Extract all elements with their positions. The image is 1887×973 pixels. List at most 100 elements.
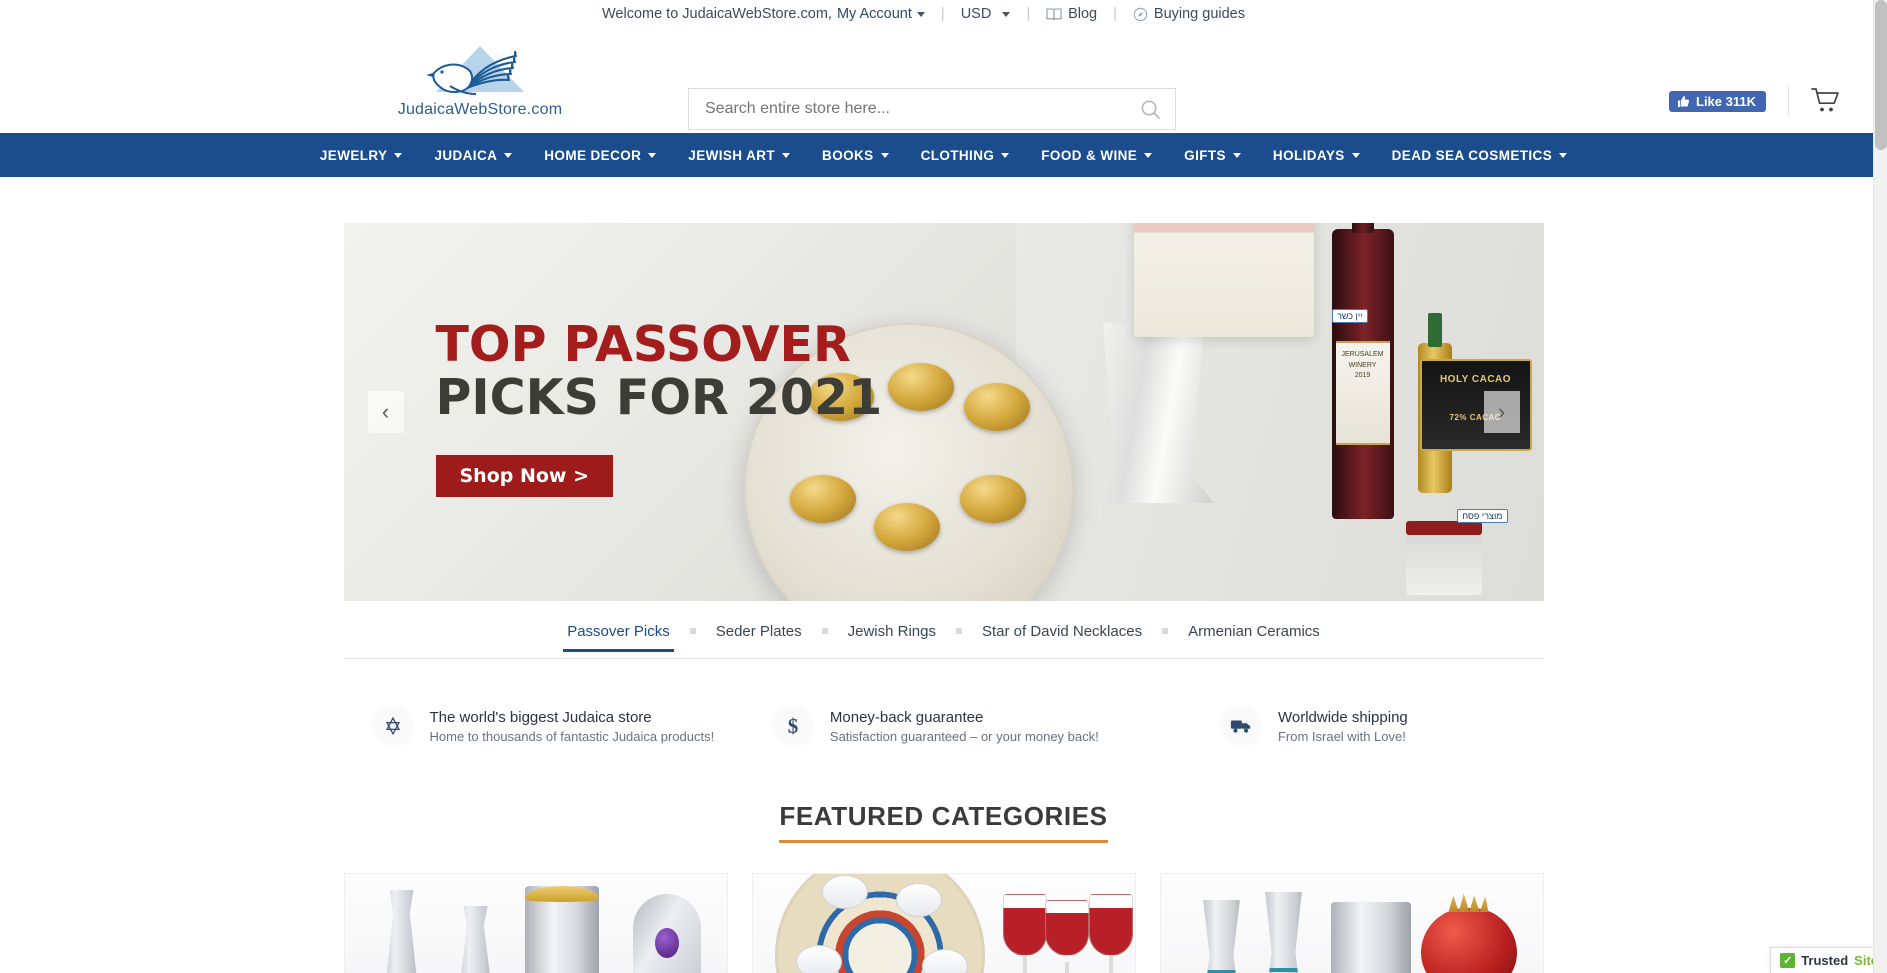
chevron-down-icon xyxy=(504,152,513,158)
dollar-sign-icon: $ xyxy=(771,705,814,747)
search-input[interactable] xyxy=(688,88,1176,130)
chevron-down-icon xyxy=(1002,11,1011,17)
shopping-cart-icon xyxy=(1811,88,1839,112)
hero-kiddush-cup-image xyxy=(1093,323,1214,503)
featured-category-card-seder-plates[interactable] xyxy=(751,873,1136,973)
nav-item-clothing[interactable]: CLOTHING xyxy=(905,133,1026,177)
cart-button[interactable] xyxy=(1811,87,1841,115)
badge-title: Worldwide shipping xyxy=(1277,708,1408,726)
nav-item-books[interactable]: BOOKS xyxy=(806,133,905,177)
hero-jar-image xyxy=(1405,521,1482,595)
badge-subtitle: Home to thousands of fantastic Judaica p… xyxy=(429,728,715,744)
currency-selector[interactable]: USD xyxy=(961,6,1011,22)
facebook-like-label: Like 311K xyxy=(1696,93,1756,109)
featured-categories-header: FEATURED CATEGORIES xyxy=(344,801,1544,843)
site-header: JudaicaWebStore.com Like 311K xyxy=(0,28,1887,133)
featured-categories-grid xyxy=(343,873,1544,973)
divider: | xyxy=(940,6,945,22)
chevron-right-icon: › xyxy=(1497,399,1506,424)
carousel-next-button[interactable]: › xyxy=(1483,391,1520,433)
page-content: JERUSALEM WINERY 2019 HOLY CACAO 72% CAC… xyxy=(343,223,1544,973)
hero-text-block: TOP PASSOVER PICKS FOR 2021 Shop Now > xyxy=(435,316,883,497)
nav-item-judaica[interactable]: JUDAICA xyxy=(418,133,528,177)
badge-text: Worldwide shipping From Israel with Love… xyxy=(1278,709,1408,744)
svg-text:$: $ xyxy=(788,714,799,738)
trust-badges: The world's biggest Judaica store Home t… xyxy=(344,705,1544,747)
tab-separator-dot xyxy=(956,628,962,634)
trustedsite-word-trusted: Trusted xyxy=(1801,953,1849,968)
carousel-prev-button[interactable]: ‹ xyxy=(367,391,404,433)
search-icon xyxy=(1141,100,1160,119)
featured-category-card-kiddush-cups[interactable] xyxy=(1159,873,1544,973)
chevron-down-icon xyxy=(916,11,925,17)
search-bar xyxy=(688,88,1176,130)
hero-headline-line1: TOP PASSOVER xyxy=(435,316,851,373)
my-account-link[interactable]: My Account xyxy=(837,6,925,22)
badge-title: The world's biggest Judaica store xyxy=(429,708,652,726)
hero-headline-line2: PICKS FOR 2021 xyxy=(435,369,883,427)
featured-category-card-silver-judaica[interactable] xyxy=(343,873,728,973)
badge-biggest-store: The world's biggest Judaica store Home t… xyxy=(371,705,772,747)
chevron-down-icon xyxy=(880,152,889,158)
nav-item-dead-sea-cosmetics[interactable]: DEAD SEA COSMETICS xyxy=(1376,133,1583,177)
kiddush-cups-image xyxy=(1161,874,1543,973)
hero-carousel: JERUSALEM WINERY 2019 HOLY CACAO 72% CAC… xyxy=(343,223,1544,601)
blog-link[interactable]: Blog xyxy=(1046,6,1097,22)
tab-separator-dot xyxy=(1162,628,1169,634)
tab-separator-dot xyxy=(689,628,696,634)
chevron-down-icon xyxy=(1144,152,1153,158)
divider: | xyxy=(1113,6,1117,22)
badge-text: The world's biggest Judaica store Home t… xyxy=(430,709,715,744)
main-navigation: JEWELRY JUDAICA HOME DECOR JEWISH ART BO… xyxy=(0,133,1887,177)
badge-subtitle: From Israel with Love! xyxy=(1277,728,1406,744)
nav-item-jewish-art[interactable]: JEWISH ART xyxy=(672,133,806,177)
badge-money-back: $ Money-back guarantee Satisfaction guar… xyxy=(771,705,1220,747)
nav-item-holidays[interactable]: HOLIDAYS xyxy=(1257,133,1376,177)
divider: | xyxy=(1026,6,1031,22)
scrollbar-thumb[interactable] xyxy=(1875,0,1887,150)
hero-wine-bottle-image: JERUSALEM WINERY 2019 xyxy=(1331,223,1394,519)
welcome-text: Welcome to JudaicaWebStore.com, xyxy=(601,6,832,22)
tab-armenian-ceramics[interactable]: Armenian Ceramics xyxy=(1170,623,1338,651)
chevron-left-icon: ‹ xyxy=(381,399,390,424)
chevron-down-icon xyxy=(394,152,403,158)
vertical-scrollbar[interactable] xyxy=(1873,0,1887,973)
nav-item-food-and-wine[interactable]: FOOD & WINE xyxy=(1025,133,1168,177)
hero-hebrew-tag-1: יין כשר xyxy=(1332,309,1368,323)
buying-guides-link[interactable]: Buying guides xyxy=(1133,6,1245,22)
nav-item-jewelry[interactable]: JEWELRY xyxy=(304,133,419,177)
blog-label: Blog xyxy=(1068,6,1098,22)
chevron-down-icon xyxy=(648,152,657,158)
header-actions: Like 311K xyxy=(1669,86,1841,116)
trustedsite-badge[interactable]: ✓ Trusted Site xyxy=(1770,947,1887,973)
hero-hebrew-tag-2: מוצרי פסח xyxy=(1457,509,1508,523)
tab-passover-picks[interactable]: Passover Picks xyxy=(549,623,688,652)
hero-wine-label: JERUSALEM WINERY 2019 xyxy=(1335,341,1390,445)
logo-text: JudaicaWebStore.com xyxy=(397,101,563,118)
thumbs-up-icon xyxy=(1677,95,1690,107)
nav-item-home-decor[interactable]: HOME DECOR xyxy=(528,133,672,177)
facebook-like-button[interactable]: Like 311K xyxy=(1669,90,1766,112)
site-logo[interactable]: JudaicaWebStore.com xyxy=(330,42,630,119)
badge-worldwide-shipping: Worldwide shipping From Israel with Love… xyxy=(1219,705,1516,747)
delivery-truck-icon xyxy=(1219,705,1262,747)
nav-item-gifts[interactable]: GIFTS xyxy=(1168,133,1257,177)
compass-icon xyxy=(1133,7,1148,21)
silver-judaica-image xyxy=(345,874,727,973)
chevron-down-icon xyxy=(1351,152,1360,158)
tab-star-of-david-necklaces[interactable]: Star of David Necklaces xyxy=(964,623,1160,651)
search-button[interactable] xyxy=(1130,88,1170,130)
tab-seder-plates[interactable]: Seder Plates xyxy=(698,623,820,651)
chevron-down-icon xyxy=(1001,152,1010,158)
badge-text: Money-back guarantee Satisfaction guaran… xyxy=(830,709,1099,744)
tab-jewish-rings[interactable]: Jewish Rings xyxy=(830,623,954,651)
dove-menorah-logo xyxy=(426,46,524,95)
chevron-down-icon xyxy=(782,152,791,158)
badge-subtitle: Satisfaction guaranteed – or your money … xyxy=(829,728,1099,744)
buying-guides-label: Buying guides xyxy=(1153,6,1245,22)
tab-separator-dot xyxy=(821,628,828,634)
seder-plate-image xyxy=(753,874,1135,973)
badge-title: Money-back guarantee xyxy=(829,708,984,726)
hero-shop-now-button[interactable]: Shop Now > xyxy=(435,454,614,497)
header-divider xyxy=(1788,86,1789,116)
